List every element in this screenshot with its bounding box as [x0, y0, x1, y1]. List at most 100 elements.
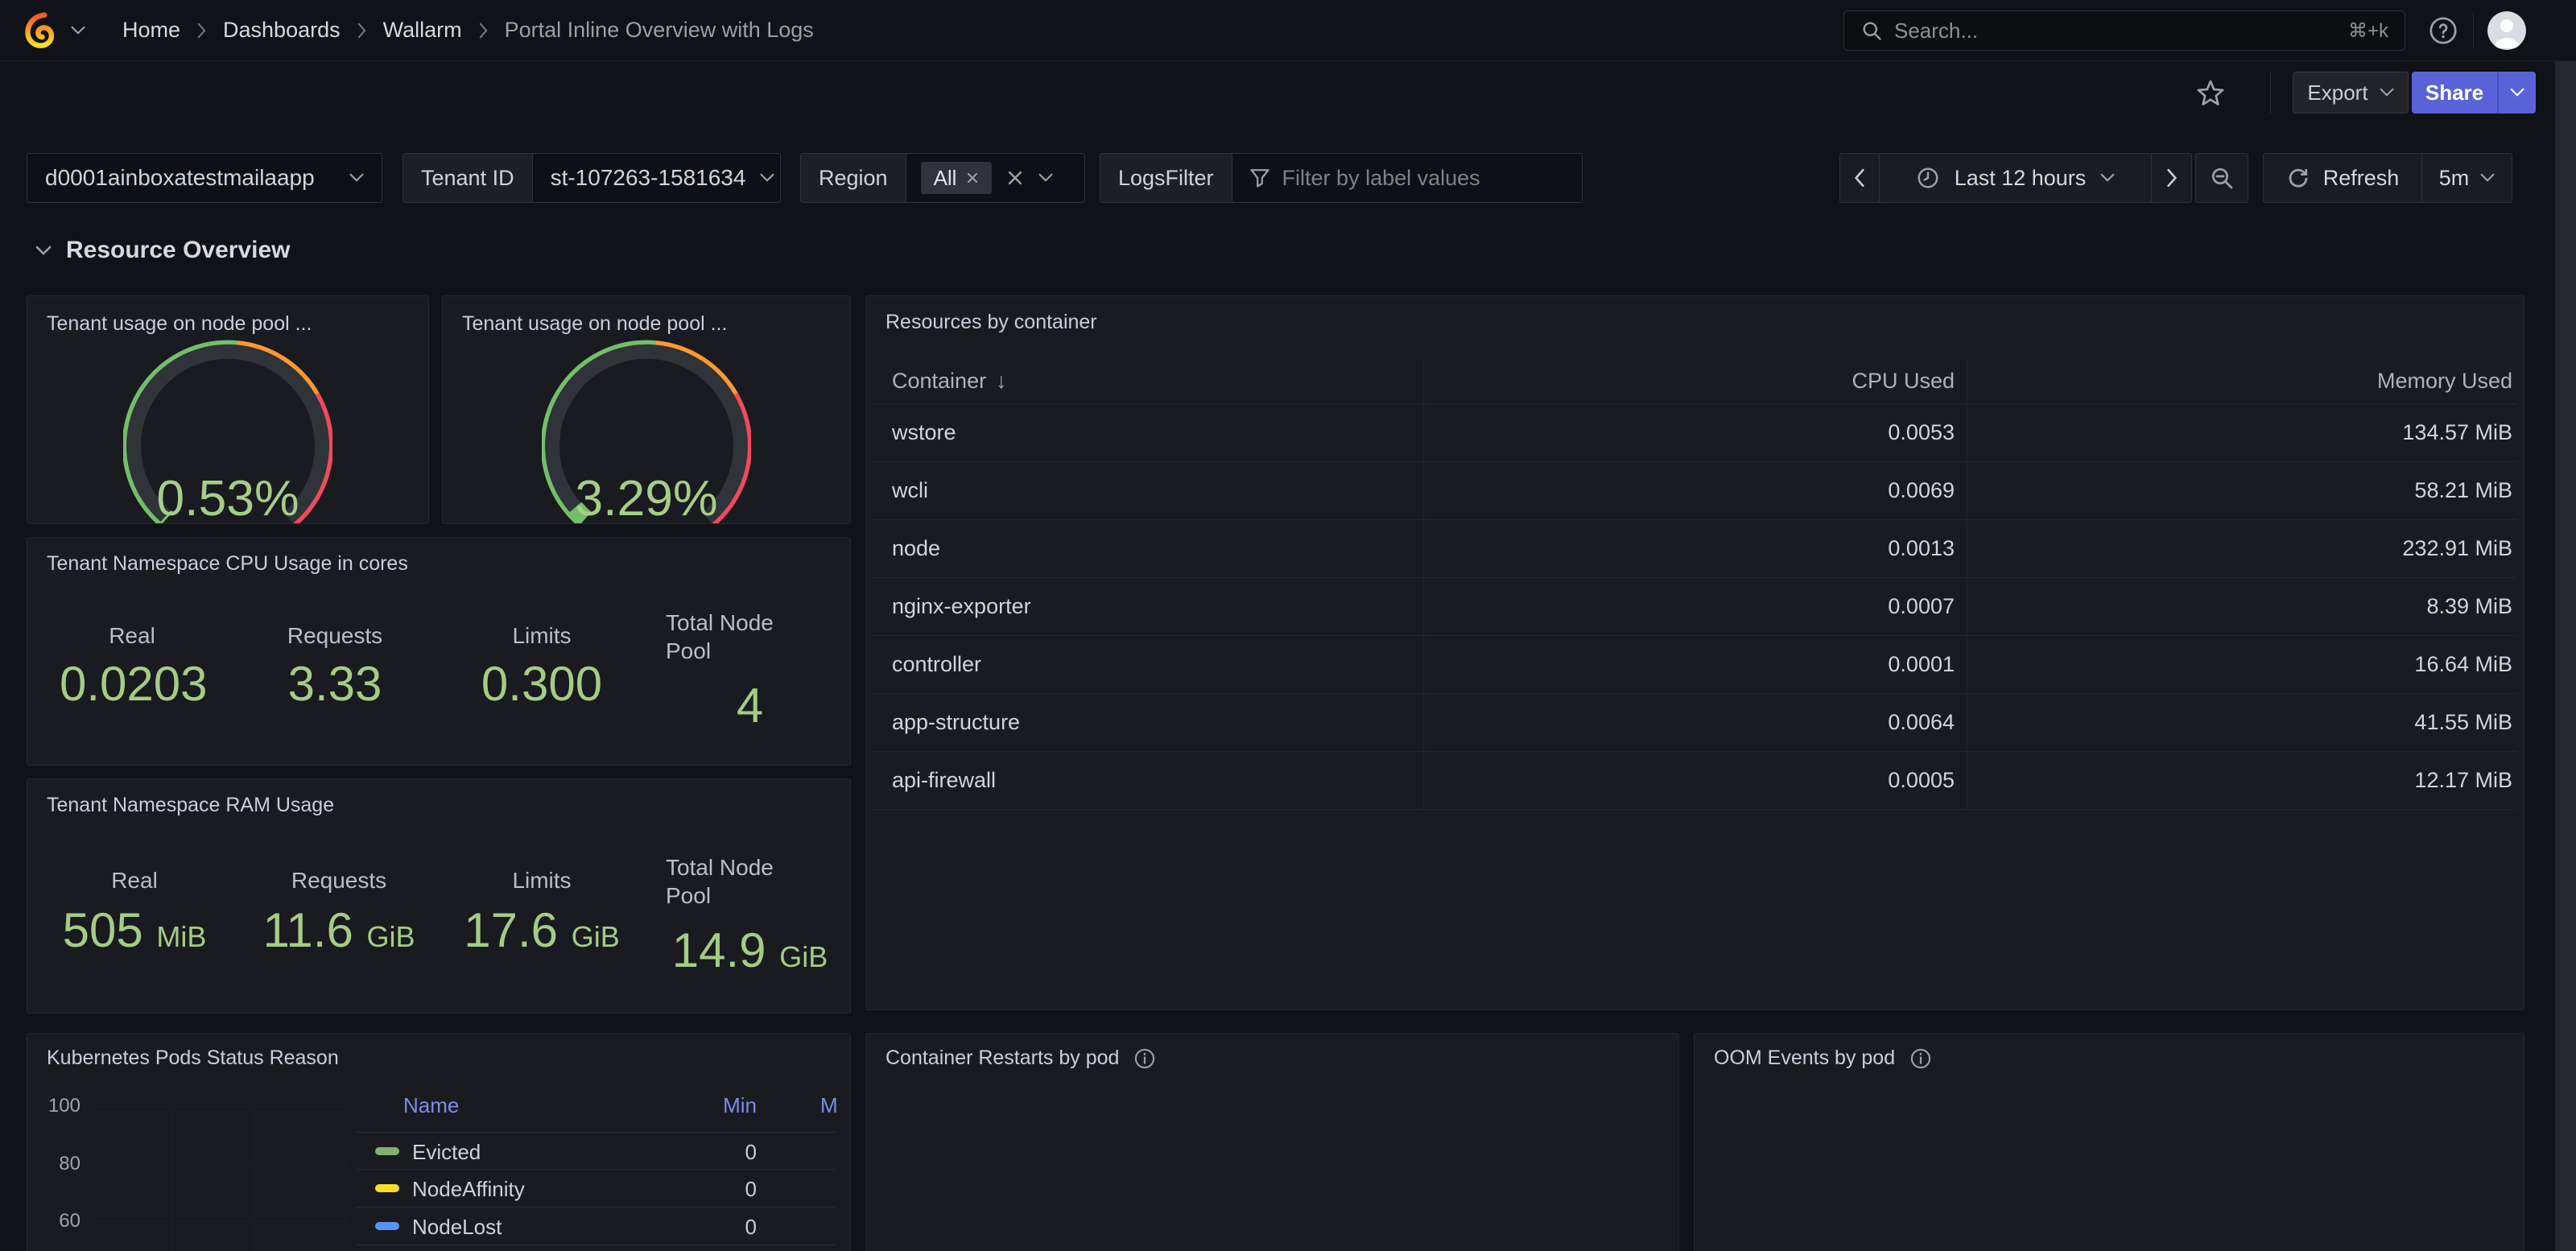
panel-cpu-usage: Tenant Namespace CPU Usage in cores Real…: [27, 537, 851, 766]
logs-filter-group: LogsFilter: [1100, 153, 1583, 203]
stat-value: 11.6: [262, 903, 353, 957]
share-button[interactable]: Share: [2412, 72, 2497, 114]
refresh-button[interactable]: Refresh: [2264, 154, 2421, 202]
legend-divider: [356, 1169, 836, 1170]
column-header-memory-used[interactable]: Memory Used: [1967, 369, 2519, 394]
breadcrumb-home[interactable]: Home: [122, 18, 180, 43]
cell-cpu: 0.0007: [1423, 594, 1967, 619]
refresh-icon: [2286, 166, 2310, 190]
panel-title: Tenant usage on node pool ...: [462, 312, 727, 336]
panel-ram-usage: Tenant Namespace RAM Usage Real 505 MiB …: [27, 778, 851, 1014]
y-axis-tick: 60: [42, 1210, 80, 1232]
favorite-button[interactable]: [2193, 76, 2228, 111]
legend-item-evicted[interactable]: Evicted: [412, 1140, 481, 1165]
region-chip-all[interactable]: All: [921, 162, 993, 194]
breadcrumb-wallarm[interactable]: Wallarm: [383, 18, 462, 43]
legend-header-max-clipped[interactable]: M: [820, 1093, 838, 1118]
stat-value: 505: [63, 903, 143, 957]
chevron-right-icon: [2165, 168, 2178, 188]
chevron-down-icon: [35, 246, 52, 256]
panel-header[interactable]: Tenant usage on node pool ...: [443, 296, 850, 336]
logs-filter-input[interactable]: [1282, 166, 1567, 191]
global-search[interactable]: ⌘+k: [1843, 10, 2405, 51]
variable-app-dropdown[interactable]: d0001ainboxatestmailaapp: [27, 153, 382, 203]
chevron-down-icon: [760, 173, 774, 183]
region-chip-label: All: [934, 166, 957, 191]
refresh-label: Refresh: [2323, 166, 2400, 191]
cell-cpu: 0.0053: [1423, 420, 1967, 445]
panel-header[interactable]: OOM Events by pod: [1695, 1034, 2524, 1070]
section-title: Resource Overview: [66, 237, 290, 264]
time-shift-forward-button[interactable]: [2151, 154, 2191, 202]
logs-filter-label: LogsFilter: [1100, 154, 1232, 202]
stat-unit: MiB: [156, 920, 206, 953]
stat-label: Limits: [457, 866, 626, 894]
y-axis-tick: 80: [42, 1153, 80, 1175]
variable-tenant-group: Tenant ID st-107263-1581634: [402, 153, 781, 203]
time-shift-back-button[interactable]: [1840, 154, 1879, 202]
time-range-picker[interactable]: Last 12 hours: [1879, 154, 2151, 202]
stat-ram-limits: Limits 17.6 GiB: [457, 866, 626, 964]
legend-divider: [356, 1132, 836, 1133]
share-menu-button[interactable]: [2497, 72, 2536, 114]
refresh-interval-dropdown[interactable]: 5m: [2421, 154, 2512, 202]
info-icon[interactable]: [1909, 1047, 1932, 1070]
stat-ram-requests: Requests 11.6 GiB: [254, 866, 423, 964]
column-header-cpu-used[interactable]: CPU Used: [1423, 369, 1967, 394]
panel-header[interactable]: Container Restarts by pod: [866, 1034, 1678, 1070]
org-menu[interactable]: [23, 12, 85, 49]
tenant-id-dropdown[interactable]: st-107263-1581634: [533, 154, 793, 202]
panel-header[interactable]: Kubernetes Pods Status Reason: [27, 1034, 850, 1070]
info-icon[interactable]: [1133, 1047, 1156, 1070]
stat-value: 3.33: [262, 658, 407, 711]
table-row: controller 0.0001 16.64 MiB: [873, 636, 2517, 694]
search-icon: [1860, 19, 1883, 42]
panel-gauge-node-pool-1: Tenant usage on node pool ... 0.53%: [27, 295, 429, 524]
panel-header[interactable]: Tenant usage on node pool ...: [27, 296, 428, 336]
export-button[interactable]: Export: [2293, 72, 2409, 114]
section-resource-overview-toggle[interactable]: Resource Overview: [35, 237, 290, 264]
stat-value: 17.6: [464, 903, 558, 957]
refresh-interval-value: 5m: [2439, 166, 2470, 191]
panel-header[interactable]: Resources by container: [866, 296, 2524, 334]
clear-all-icon[interactable]: [1006, 169, 1024, 187]
stat-label: Requests: [262, 621, 407, 650]
gauge-value: 3.29%: [575, 470, 717, 524]
question-circle-icon: [2428, 15, 2458, 46]
stat-label: Total Node Pool: [655, 609, 808, 665]
zoom-out-button-group: [2195, 153, 2248, 203]
close-icon[interactable]: [966, 171, 979, 184]
legend-min-value: 0: [745, 1215, 757, 1240]
table-header-row: Container ↓ CPU Used Memory Used: [873, 359, 2517, 404]
region-dropdown[interactable]: All: [906, 154, 1084, 202]
legend-swatch: [375, 1222, 399, 1230]
column-header-container[interactable]: Container ↓: [873, 369, 1423, 394]
panel-header[interactable]: Tenant Namespace RAM Usage: [27, 779, 850, 817]
search-input[interactable]: [1894, 19, 2337, 43]
tenant-id-label: Tenant ID: [403, 154, 533, 202]
chevron-down-icon: [1038, 173, 1053, 183]
cell-memory: 134.57 MiB: [1967, 420, 2519, 445]
cell-cpu: 0.0013: [1423, 536, 1967, 561]
help-button[interactable]: [2426, 14, 2460, 47]
table-row: api-firewall 0.0005 12.17 MiB: [873, 752, 2517, 810]
chevron-down-icon: [349, 173, 364, 183]
column-label: Container: [892, 369, 986, 394]
share-label: Share: [2425, 81, 2483, 105]
chevron-right-icon: [357, 23, 367, 39]
stat-unit: GiB: [779, 940, 828, 973]
user-avatar[interactable]: [2487, 11, 2526, 50]
time-zoom-out-button[interactable]: [2196, 154, 2248, 202]
stat-label: Real: [50, 866, 219, 894]
panel-header[interactable]: Tenant Namespace CPU Usage in cores: [27, 538, 850, 576]
legend-min-value: 0: [745, 1140, 757, 1165]
legend-item-nodeaffinity[interactable]: NodeAffinity: [412, 1177, 525, 1202]
grafana-logo-icon: [23, 12, 60, 49]
legend-header-name[interactable]: Name: [403, 1093, 459, 1118]
legend-header-min[interactable]: Min: [723, 1093, 757, 1118]
stat-label: Real: [60, 621, 204, 650]
scrollbar-track[interactable]: [2555, 61, 2576, 1251]
breadcrumb-dashboards[interactable]: Dashboards: [223, 18, 341, 43]
gridline: [92, 1106, 346, 1107]
legend-item-nodelost[interactable]: NodeLost: [412, 1215, 502, 1240]
